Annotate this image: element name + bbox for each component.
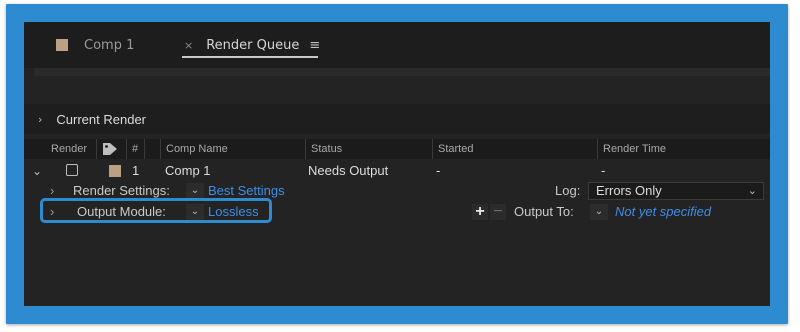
queue-row[interactable]: ⌄ 1 Comp 1 Needs Output - - xyxy=(24,160,770,182)
render-checkbox[interactable] xyxy=(66,164,78,176)
label-color-swatch[interactable] xyxy=(109,165,121,177)
chevron-down-icon[interactable]: ⌄ xyxy=(32,160,42,182)
comp-color-swatch xyxy=(56,39,68,51)
current-render-section[interactable]: › Current Render xyxy=(24,104,770,134)
remove-output-module-button[interactable]: − xyxy=(490,204,506,220)
column-label[interactable] xyxy=(96,139,126,159)
add-output-module-button[interactable]: + xyxy=(472,204,488,220)
log-label: Log: xyxy=(555,183,581,198)
chevron-down-icon[interactable]: ⌄ xyxy=(186,183,204,199)
column-render[interactable]: Render xyxy=(46,139,96,159)
tab-bar: Comp 1 × Render Queue ≡ xyxy=(24,22,770,68)
close-icon[interactable]: × xyxy=(184,39,193,52)
output-to-link[interactable]: Not yet specified xyxy=(615,202,711,222)
chevron-down-icon: ⌄ xyxy=(747,185,757,197)
tab-render-queue[interactable]: × Render Queue ≡ xyxy=(184,22,320,68)
tag-icon xyxy=(103,143,117,155)
tab-render-queue-label: Render Queue xyxy=(206,37,300,53)
log-value: Errors Only xyxy=(596,183,662,198)
queue-header: Render # Comp Name Status Started Render… xyxy=(24,139,770,159)
active-tab-underline xyxy=(182,56,318,58)
panel-menu-icon[interactable]: ≡ xyxy=(309,38,320,53)
column-started[interactable]: Started xyxy=(432,139,597,159)
column-number[interactable]: # xyxy=(126,139,144,159)
output-to-label: Output To: xyxy=(514,204,574,219)
progress-strip xyxy=(34,68,770,76)
column-comp-name[interactable]: Comp Name xyxy=(160,139,305,159)
chevron-right-icon[interactable]: › xyxy=(38,113,42,126)
row-started: - xyxy=(436,163,441,178)
tab-comp-1[interactable]: Comp 1 xyxy=(56,22,134,68)
tab-comp-label: Comp 1 xyxy=(84,37,135,53)
row-status: Needs Output xyxy=(308,163,389,178)
row-comp-name: Comp 1 xyxy=(165,163,211,178)
chevron-down-icon[interactable]: ⌄ xyxy=(590,204,608,220)
column-separator xyxy=(144,139,160,159)
render-queue-panel: Comp 1 × Render Queue ≡ › Current Render… xyxy=(24,22,770,306)
log-dropdown[interactable]: Errors Only ⌄ xyxy=(588,182,764,200)
row-render-time: - xyxy=(601,163,606,178)
row-number: 1 xyxy=(132,163,140,178)
output-module-highlight xyxy=(40,198,272,223)
current-render-title: Current Render xyxy=(56,111,147,127)
column-status[interactable]: Status xyxy=(305,139,432,159)
column-render-time[interactable]: Render Time xyxy=(597,139,770,159)
